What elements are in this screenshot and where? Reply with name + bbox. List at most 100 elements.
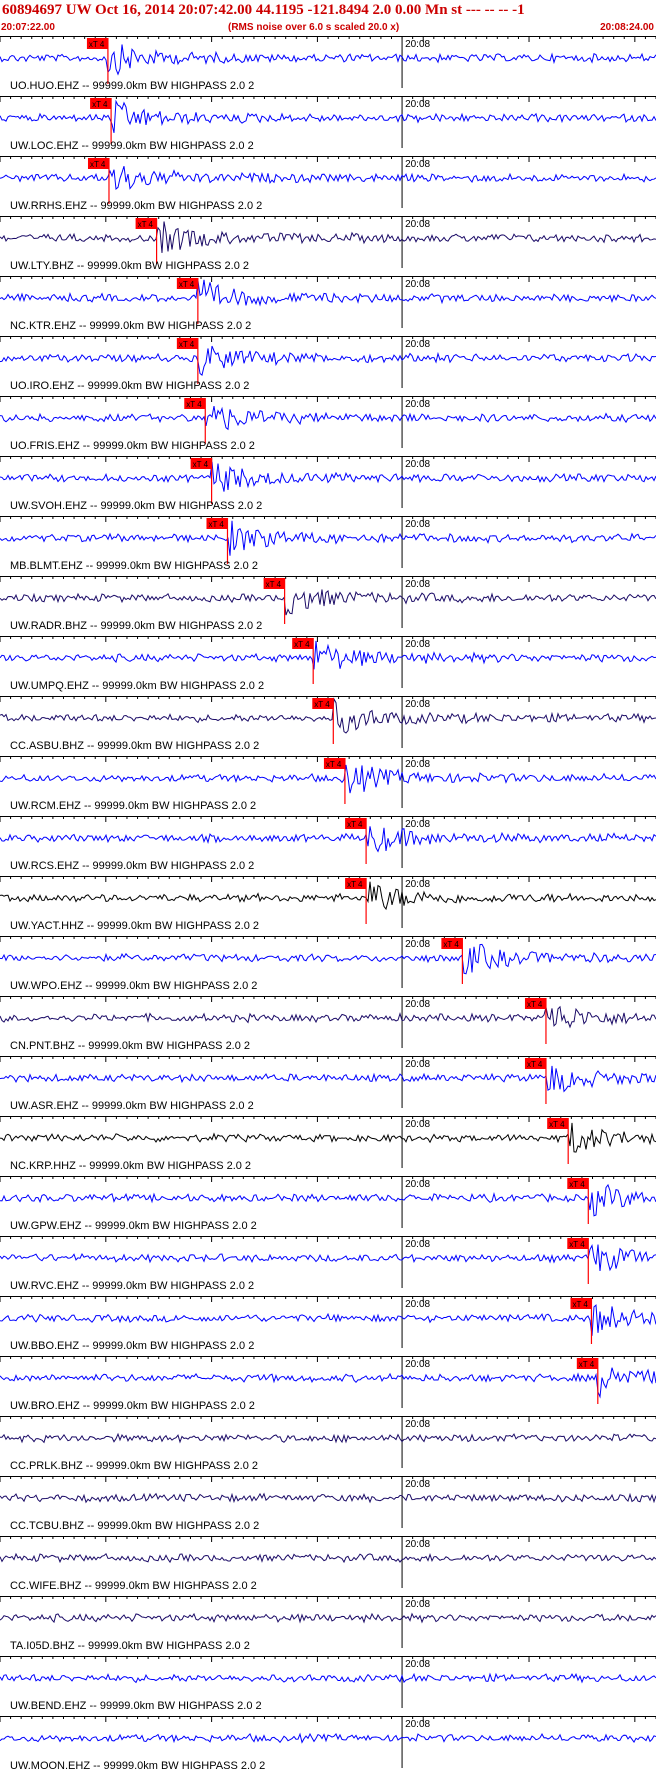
minute-label: 20:08 — [405, 759, 430, 770]
trace-17: 20:08 xT 4 CN.PNT.BHZ -- 99999.0km BW HIGH… — [0, 996, 656, 1052]
waveform — [0, 221, 656, 253]
trace-2: 20:08 xT 4 UW.LOC.EHZ -- 99999.0km BW HIGH… — [0, 96, 656, 152]
trace-24: 20:08 CC.PRLK.BHZ -- 99999.0km BW HIGHPAS… — [0, 1416, 656, 1472]
minute-label: 20:08 — [405, 1239, 430, 1250]
minute-label: 20:08 — [405, 339, 430, 350]
trace-label: UW.SVOH.EHZ -- 99999.0km BW HIGHPASS 2.0… — [10, 500, 262, 512]
trace-20: 20:08 xT 4 UW.GPW.EHZ -- 99999.0km BW HIGH… — [0, 1176, 656, 1232]
trace-18: 20:08 xT 4 UW.ASR.EHZ -- 99999.0km BW HIGH… — [0, 1056, 656, 1112]
waveform — [0, 520, 656, 556]
trace-label: UW.GPW.EHZ -- 99999.0km BW HIGHPASS 2.0 … — [10, 1220, 257, 1232]
waveform — [0, 1612, 656, 1624]
minute-label: 20:08 — [405, 279, 430, 290]
trace-label: UW.RVC.EHZ -- 99999.0km BW HIGHPASS 2.0 … — [10, 1280, 254, 1292]
pick-label: xT 4 — [527, 1060, 543, 1069]
plot-header: 60894697 UW Oct 16, 2014 20:07:42.00 44.… — [0, 0, 656, 36]
waveform — [0, 1005, 656, 1029]
trace-label: CC.PRLK.BHZ -- 99999.0km BW HIGHPASS 2.0… — [10, 1460, 258, 1472]
trace-16: 20:08 xT 4 UW.WPO.EHZ -- 99999.0km BW HIGH… — [0, 936, 656, 992]
waveform — [0, 640, 656, 670]
trace-11: 20:08 xT 4 UW.UMPQ.EHZ -- 99999.0km BW HIG… — [0, 636, 656, 692]
waveform — [0, 1183, 656, 1217]
trace-label: NC.KRP.HHZ -- 99999.0km BW HIGHPASS 2.0 … — [10, 1160, 251, 1172]
trace-label: UO.FRIS.EHZ -- 99999.0km BW HIGHPASS 2.0… — [10, 440, 255, 452]
trace-label: UW.ASR.EHZ -- 99999.0km BW HIGHPASS 2.0 … — [10, 1100, 254, 1112]
minute-label: 20:08 — [405, 399, 430, 410]
pick-label: xT 4 — [314, 700, 330, 709]
minute-label: 20:08 — [405, 99, 430, 110]
trace-4: 20:08 xT 4 UW.LTY.BHZ -- 99999.0km BW HIGH… — [0, 216, 656, 272]
minute-label: 20:08 — [405, 999, 430, 1010]
pick-label: xT 4 — [193, 460, 209, 469]
trace-label: UW.UMPQ.EHZ -- 99999.0km BW HIGHPASS 2.0… — [10, 680, 264, 692]
minute-label: 20:08 — [405, 519, 430, 530]
trace-label: UW.RCS.EHZ -- 99999.0km BW HIGHPASS 2.0 … — [10, 860, 254, 872]
minute-label: 20:08 — [405, 1299, 430, 1310]
waveform — [0, 461, 656, 492]
trace-label: MB.BLMT.EHZ -- 99999.0km BW HIGHPASS 2.0… — [10, 560, 258, 572]
minute-label: 20:08 — [405, 699, 430, 710]
pick-label: xT 4 — [569, 1240, 585, 1249]
minute-label: 20:08 — [405, 639, 430, 650]
minute-label: 20:08 — [405, 1419, 430, 1430]
minute-label: 20:08 — [405, 1479, 430, 1490]
trace-label: CC.TCBU.BHZ -- 99999.0km BW HIGHPASS 2.0… — [10, 1520, 259, 1532]
minute-label: 20:08 — [405, 1719, 430, 1730]
waveform — [0, 345, 656, 376]
trace-label: UW.LOC.EHZ -- 99999.0km BW HIGHPASS 2.0 … — [10, 140, 254, 152]
trace-label: UW.WPO.EHZ -- 99999.0km BW HIGHPASS 2.0 … — [10, 980, 257, 992]
minute-label: 20:08 — [405, 579, 430, 590]
trace-label: UW.YACT.HHZ -- 99999.0km BW HIGHPASS 2.0… — [10, 920, 259, 932]
minute-label: 20:08 — [405, 1659, 430, 1670]
trace-23: 20:08 xT 4 UW.BRO.EHZ -- 99999.0km BW HIGH… — [0, 1356, 656, 1412]
trace-12: 20:08 xT 4 CC.ASBU.BHZ -- 99999.0km BW HIG… — [0, 696, 656, 752]
pick-label: xT 4 — [572, 1300, 588, 1309]
trace-8: 20:08 xT 4 UW.SVOH.EHZ -- 99999.0km BW HIG… — [0, 456, 656, 512]
trace-9: 20:08 xT 4 MB.BLMT.EHZ -- 99999.0km BW HIG… — [0, 516, 656, 572]
pick-label: xT 4 — [347, 880, 363, 889]
waveform — [0, 1065, 656, 1093]
pick-label: xT 4 — [266, 580, 282, 589]
trace-7: 20:08 xT 4 UO.FRIS.EHZ -- 99999.0km BW HIG… — [0, 396, 656, 452]
trace-label: UO.IRO.EHZ -- 99999.0km BW HIGHPASS 2.0 … — [10, 380, 249, 392]
pick-label: xT 4 — [569, 1180, 585, 1189]
pick-label: xT 4 — [294, 640, 310, 649]
minute-label: 20:08 — [405, 459, 430, 470]
waveform — [0, 1432, 656, 1444]
trace-29: 20:08 UW.MOON.EHZ -- 99999.0km BW HIGHPAS… — [0, 1716, 656, 1772]
minute-label: 20:08 — [405, 219, 430, 230]
minute-label: 20:08 — [405, 939, 430, 950]
waveform — [0, 1492, 656, 1504]
trace-27: 20:08 TA.I05D.BHZ -- 99999.0km BW HIGHPAS… — [0, 1596, 656, 1652]
pick-label: xT 4 — [347, 820, 363, 829]
end-time: 20:08:24.00 — [600, 22, 654, 33]
waveform — [0, 589, 656, 616]
trace-28: 20:08 UW.BEND.EHZ -- 99999.0km BW HIGHPAS… — [0, 1656, 656, 1712]
minute-label: 20:08 — [405, 39, 430, 50]
pick-label: xT 4 — [179, 280, 195, 289]
trace-26: 20:08 CC.WIFE.BHZ -- 99999.0km BW HIGHPAS… — [0, 1536, 656, 1592]
trace-label: TA.I05D.BHZ -- 99999.0km BW HIGHPASS 2.0… — [10, 1640, 250, 1652]
minute-label: 20:08 — [405, 1539, 430, 1550]
trace-label: UW.BEND.EHZ -- 99999.0km BW HIGHPASS 2.0… — [10, 1700, 262, 1712]
pick-label: xT 4 — [579, 1360, 595, 1369]
start-time: 20:07:22.00 — [1, 22, 55, 33]
trace-1: 20:08 xT 4 UO.HUO.EHZ -- 99999.0km BW HIGH… — [0, 36, 656, 92]
pick-label: xT 4 — [186, 400, 202, 409]
pick-label: xT 4 — [92, 100, 108, 109]
seismogram-plot: 20:08 xT 4 UO.HUO.EHZ -- 99999.0km BW HIGH… — [0, 36, 656, 1772]
pick-label: xT 4 — [208, 520, 224, 529]
trace-19: 20:08 xT 4 NC.KRP.HHZ -- 99999.0km BW HIGH… — [0, 1116, 656, 1172]
minute-label: 20:08 — [405, 159, 430, 170]
trace-10: 20:08 xT 4 UW.RADR.BHZ -- 99999.0km BW HIG… — [0, 576, 656, 632]
waveform — [0, 881, 656, 911]
pick-label: xT 4 — [179, 340, 195, 349]
waveform — [0, 1367, 656, 1399]
trace-label: UW.LTY.BHZ -- 99999.0km BW HIGHPASS 2.0 … — [10, 260, 249, 272]
pick-label: xT 4 — [89, 40, 105, 49]
trace-6: 20:08 xT 4 UO.IRO.EHZ -- 99999.0km BW HIGH… — [0, 336, 656, 392]
trace-label: CN.PNT.BHZ -- 99999.0km BW HIGHPASS 2.0 … — [10, 1040, 250, 1052]
waveform — [0, 279, 656, 307]
pick-label: xT 4 — [90, 160, 106, 169]
trace-label: UW.BBO.EHZ -- 99999.0km BW HIGHPASS 2.0 … — [10, 1340, 254, 1352]
